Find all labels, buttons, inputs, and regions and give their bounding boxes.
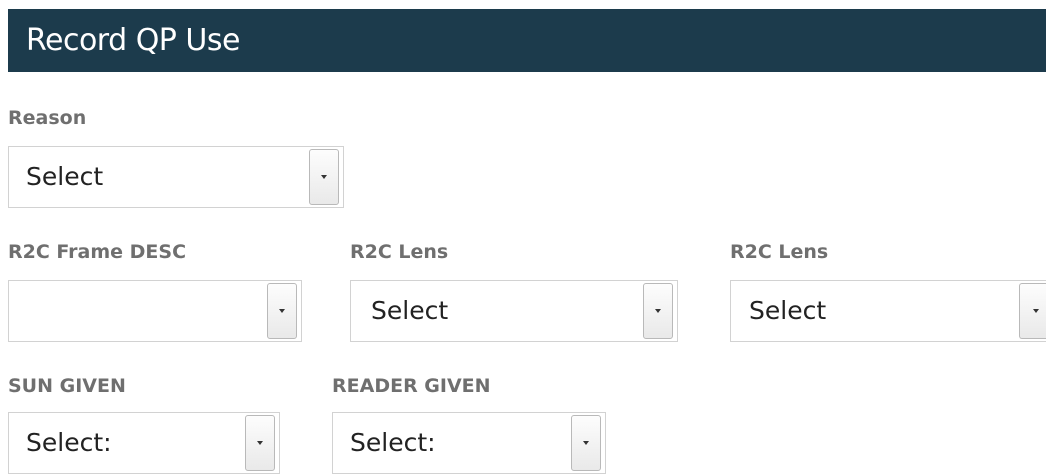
page-title: Record QP Use	[26, 23, 240, 58]
caret-down-icon	[279, 309, 285, 313]
r2c-lens-select-value: Select	[371, 296, 449, 325]
reason-dropdown-button[interactable]	[309, 149, 339, 205]
sun-given-select-value: Select:	[26, 428, 112, 457]
caret-down-icon	[257, 441, 263, 445]
reader-given-select[interactable]: Select:	[332, 412, 606, 474]
r2c-lens-select[interactable]: Select	[350, 280, 678, 342]
reason-label: Reason	[8, 107, 87, 129]
r2c-lens-2-select[interactable]: Select	[730, 280, 1046, 342]
form-header: Record QP Use	[8, 9, 1046, 72]
caret-down-icon	[583, 441, 589, 445]
sun-given-dropdown-button[interactable]	[245, 415, 275, 471]
r2c-frame-desc-select[interactable]	[8, 280, 302, 342]
reader-given-select-value: Select:	[350, 428, 436, 457]
r2c-lens-label: R2C Lens	[350, 241, 449, 263]
reader-given-label: READER GIVEN	[332, 375, 491, 397]
r2c-lens-2-label: R2C Lens	[730, 241, 829, 263]
caret-down-icon	[655, 309, 661, 313]
reason-select-value: Select	[26, 162, 104, 191]
reason-select[interactable]: Select	[8, 146, 344, 208]
caret-down-icon	[1032, 309, 1039, 313]
r2c-lens-dropdown-button[interactable]	[643, 283, 673, 339]
r2c-frame-desc-label: R2C Frame DESC	[8, 241, 187, 263]
r2c-frame-desc-dropdown-button[interactable]	[267, 283, 297, 339]
r2c-lens-2-dropdown-button[interactable]	[1019, 283, 1046, 339]
sun-given-select[interactable]: Select:	[8, 412, 280, 474]
caret-down-icon	[321, 175, 327, 179]
sun-given-label: SUN GIVEN	[8, 375, 126, 397]
r2c-lens-2-select-value: Select	[749, 296, 827, 325]
reader-given-dropdown-button[interactable]	[571, 415, 601, 471]
